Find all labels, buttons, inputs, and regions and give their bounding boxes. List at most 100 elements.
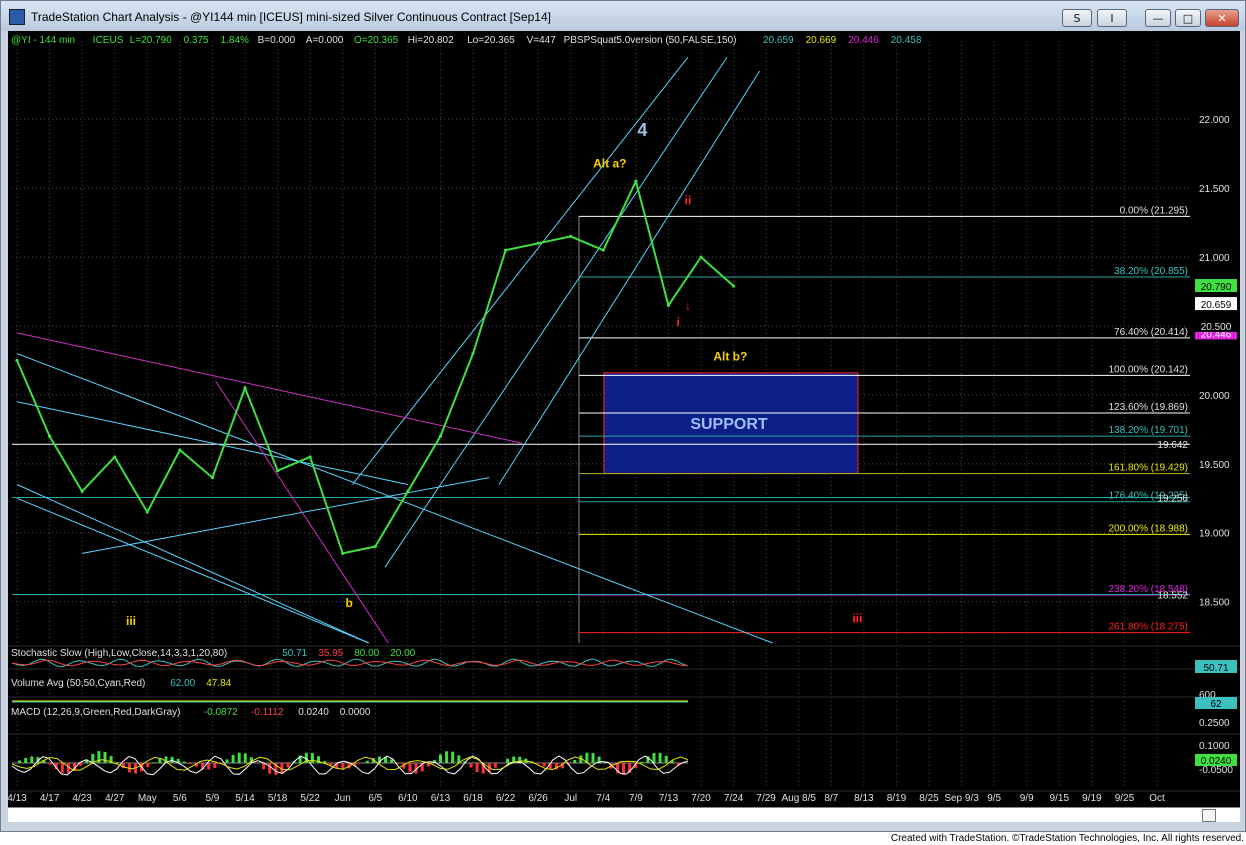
x-tick-label: 5/6 [173,793,187,804]
x-tick-label: 9/25 [1115,793,1135,804]
macd-histogram-bar [664,755,668,763]
fib-level-label: 38.20% (20.855) [1114,266,1188,277]
wave-label: i [677,315,680,329]
macd-histogram-bar [445,751,449,763]
price-point [113,455,117,459]
header-value: 20.458 [891,35,922,46]
header-value: 1.84% [221,35,249,46]
x-tick-label: 8/25 [919,793,939,804]
macd-histogram-bar [390,759,394,763]
header-value: V=447 [527,35,557,46]
price-point [406,489,410,493]
x-tick-label: Jun [335,793,351,804]
price-point [47,434,52,438]
price-point [634,179,638,183]
x-tick-label: 7/13 [659,793,679,804]
price-point [308,455,312,459]
y-tick-label: 19.000 [1199,529,1230,540]
x-tick-label: 8/19 [887,793,907,804]
price-point [731,284,736,288]
chart-area[interactable]: @YI - 144 min ICEUS L=20.790 0.375 1.84% B=0.… [8,31,1240,821]
wave-label: 4 [637,120,647,140]
macd-histogram-bar [24,757,28,763]
x-tick-label: 4/27 [105,793,125,804]
macd-histogram-bar [152,762,156,763]
support-label: SUPPORT [690,416,768,433]
price-tag-label: 20.790 [1201,282,1232,293]
wave-label: b [346,596,353,610]
horizontal-scrollbar[interactable] [8,807,1240,822]
x-tick-label: 7/24 [724,793,744,804]
macd-tick-label: 0.1000 [1199,741,1230,752]
price-tag-label: 20.659 [1201,300,1232,311]
y-tick-label: 18.500 [1199,598,1230,609]
y-tick-label: 19.500 [1199,460,1230,471]
wave-label: Alt b? [713,349,747,363]
triangle-line [215,380,389,644]
price-point [145,510,149,514]
y-tick-label: 22.000 [1199,115,1230,126]
minimize-button[interactable]: — [1145,9,1171,27]
x-tick-label: 6/18 [463,793,483,804]
indicator-label: Volume Avg (50,50,Cyan,Red) [11,678,145,689]
macd-histogram-bar [115,762,119,763]
price-point [666,303,671,307]
x-tick-label: 8/13 [854,793,874,804]
indicator-button[interactable]: I [1097,9,1127,27]
fib-level-label: 161.80% (19.429) [1108,463,1188,474]
wave-label: iii [852,611,862,625]
x-tick-label: 8/7 [824,793,838,804]
x-tick-label: 7/9 [629,793,643,804]
price-point [471,351,475,356]
x-tick-label: 6/13 [431,793,451,804]
channel-line [384,56,728,568]
fib-level-label: 0.00% (21.295) [1120,205,1188,216]
macd-histogram-bar [658,752,662,763]
indicator-label: 50.71 [282,648,307,659]
chart-canvas[interactable]: @YI - 144 min ICEUS L=20.790 0.375 1.84% B=0.… [8,31,1240,807]
price-point [243,386,247,390]
macd-histogram-bar [18,760,22,763]
maximize-button[interactable]: □ [1175,9,1201,27]
macd-histogram-bar [48,763,52,765]
stochastic-tag-label: 50.71 [1203,663,1228,674]
price-point [373,544,377,549]
fib-level-label: 138.20% (19.701) [1108,425,1188,436]
macd-histogram-bar [542,763,546,767]
title-bar[interactable]: TradeStation Chart Analysis - @YI144 min… [1,1,1245,31]
price-point [341,551,345,556]
volume-tag-label: 62 [1210,699,1222,710]
fib-level-label: 76.40% (20.414) [1114,327,1188,338]
scrollbar-thumb[interactable] [1202,809,1216,822]
indicator-label: 0.0240 [298,707,329,718]
channel-line [16,484,369,644]
header-value: L=20.790 [130,35,172,46]
x-tick-label: 7/20 [691,793,711,804]
x-tick-label: 6/22 [496,793,516,804]
price-point [178,448,182,452]
indicator-label: 0.0000 [340,707,371,718]
macd-histogram-bar [493,763,497,768]
indicator-label: 35.95 [318,648,343,659]
x-tick-label: 9/9 [1020,793,1034,804]
macd-histogram-bar [506,758,510,763]
header-value: @YI - 144 min [11,35,75,46]
macd-histogram-bar [60,763,64,773]
symbol-link-button[interactable]: S [1062,9,1092,27]
horizontal-level-label: 18.552 [1157,590,1188,601]
triangle-line [16,332,522,444]
header-value: PBSPSquat5.0version (50,FALSE,150) [564,35,737,46]
fib-level-label: 123.60% (19.869) [1108,402,1188,413]
close-button[interactable]: ✕ [1205,9,1239,27]
header-value: ICEUS [93,35,124,46]
x-tick-label: Aug 8/5 [781,793,816,804]
indicator-label: Stochastic Slow (High,Low,Close,14,3,3,1… [11,648,227,659]
fib-level-label: 261.80% (18.275) [1108,622,1188,633]
price-point [536,241,540,245]
header-value: 20.446 [848,35,879,46]
macd-histogram-bar [536,763,540,764]
macd-histogram-bar [286,763,290,768]
header-value: Lo=20.365 [467,35,515,46]
indicator-label: -0.0872 [204,707,238,718]
indicator-label: -0.1112 [251,707,284,718]
